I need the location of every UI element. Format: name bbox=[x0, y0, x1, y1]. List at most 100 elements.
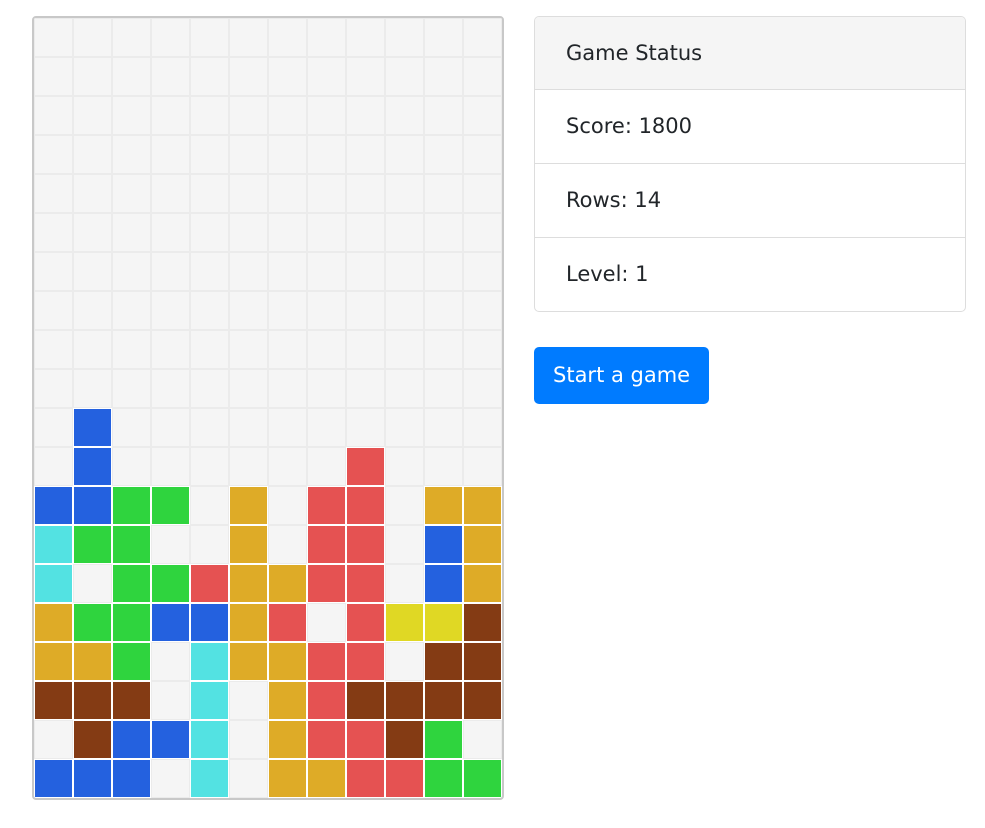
board-cell-filled bbox=[385, 759, 424, 798]
board-cell-filled bbox=[385, 720, 424, 759]
board-cell-empty bbox=[424, 291, 463, 330]
board-cell-empty bbox=[307, 252, 346, 291]
board-cell-filled bbox=[112, 642, 151, 681]
board-cell-empty bbox=[73, 135, 112, 174]
board-cell-empty bbox=[385, 369, 424, 408]
board-cell-empty bbox=[385, 525, 424, 564]
board-cell-empty bbox=[307, 57, 346, 96]
board-cell-empty bbox=[112, 291, 151, 330]
board-cell-empty bbox=[307, 96, 346, 135]
board-cell-empty bbox=[268, 369, 307, 408]
board-cell-empty bbox=[112, 213, 151, 252]
board-cell-empty bbox=[190, 408, 229, 447]
board-cell-empty bbox=[385, 447, 424, 486]
board-cell-empty bbox=[268, 96, 307, 135]
board-cell-filled bbox=[424, 759, 463, 798]
board-cell-empty bbox=[268, 57, 307, 96]
board-cell-filled bbox=[346, 564, 385, 603]
board-cell-empty bbox=[151, 642, 190, 681]
board-cell-empty bbox=[229, 369, 268, 408]
board-cell-empty bbox=[73, 291, 112, 330]
board-cell-empty bbox=[112, 369, 151, 408]
board-cell-empty bbox=[112, 135, 151, 174]
start-game-button[interactable]: Start a game bbox=[534, 347, 710, 404]
board-cell-filled bbox=[34, 603, 73, 642]
board-cell-empty bbox=[190, 330, 229, 369]
board-cell-empty bbox=[190, 369, 229, 408]
board-cell-empty bbox=[463, 369, 502, 408]
board-cell-filled bbox=[190, 564, 229, 603]
board-cell-filled bbox=[424, 525, 463, 564]
board-cell-filled bbox=[307, 681, 346, 720]
board-cell-filled bbox=[346, 525, 385, 564]
board-cell-filled bbox=[424, 642, 463, 681]
board-cell-filled bbox=[151, 720, 190, 759]
board-cell-filled bbox=[268, 603, 307, 642]
board-cell-filled bbox=[385, 681, 424, 720]
board-cell-filled bbox=[34, 681, 73, 720]
board-cell-empty bbox=[424, 135, 463, 174]
board-cell-empty bbox=[34, 291, 73, 330]
board-cell-filled bbox=[385, 603, 424, 642]
board-cell-empty bbox=[151, 525, 190, 564]
board-cell-empty bbox=[385, 330, 424, 369]
board-cell-empty bbox=[73, 213, 112, 252]
board-cell-filled bbox=[190, 681, 229, 720]
board-cell-empty bbox=[151, 447, 190, 486]
board-cell-empty bbox=[346, 18, 385, 57]
board-cell-empty bbox=[229, 291, 268, 330]
board-cell-empty bbox=[385, 174, 424, 213]
board-cell-empty bbox=[112, 330, 151, 369]
board-cell-empty bbox=[73, 18, 112, 57]
board-cell-empty bbox=[385, 135, 424, 174]
board-cell-filled bbox=[268, 759, 307, 798]
board-cell-filled bbox=[34, 564, 73, 603]
board-cell-empty bbox=[463, 447, 502, 486]
level-display: Level: 1 bbox=[566, 262, 649, 286]
board-cell-filled bbox=[463, 759, 502, 798]
board-cell-empty bbox=[34, 408, 73, 447]
board-cell-empty bbox=[229, 174, 268, 213]
board-cell-filled bbox=[112, 759, 151, 798]
board-cell-empty bbox=[151, 135, 190, 174]
board-cell-empty bbox=[229, 720, 268, 759]
board-cell-empty bbox=[268, 252, 307, 291]
board-cell-empty bbox=[268, 18, 307, 57]
board-cell-filled bbox=[307, 642, 346, 681]
board-cell-empty bbox=[268, 408, 307, 447]
board-cell-empty bbox=[463, 330, 502, 369]
board-cell-filled bbox=[268, 642, 307, 681]
board-cell-empty bbox=[385, 96, 424, 135]
board-cell-empty bbox=[346, 291, 385, 330]
board-cell-empty bbox=[112, 252, 151, 291]
board-cell-filled bbox=[151, 486, 190, 525]
board-cell-empty bbox=[151, 369, 190, 408]
board-cell-filled bbox=[307, 564, 346, 603]
board-cell-filled bbox=[346, 447, 385, 486]
board-cell-empty bbox=[307, 291, 346, 330]
game-board bbox=[32, 16, 504, 800]
board-cell-empty bbox=[229, 18, 268, 57]
board-cell-empty bbox=[268, 135, 307, 174]
board-cell-filled bbox=[34, 642, 73, 681]
board-cell-filled bbox=[424, 564, 463, 603]
board-cell-filled bbox=[307, 759, 346, 798]
board-cell-empty bbox=[151, 291, 190, 330]
board-cell-empty bbox=[229, 330, 268, 369]
board-cell-empty bbox=[151, 213, 190, 252]
board-cell-filled bbox=[190, 759, 229, 798]
board-cell-filled bbox=[190, 642, 229, 681]
board-cell-filled bbox=[190, 603, 229, 642]
board-cell-empty bbox=[151, 57, 190, 96]
board-cell-empty bbox=[307, 213, 346, 252]
board-cell-empty bbox=[307, 408, 346, 447]
board-cell-filled bbox=[190, 720, 229, 759]
board-cell-filled bbox=[73, 486, 112, 525]
board-cell-filled bbox=[229, 603, 268, 642]
board-cell-filled bbox=[463, 525, 502, 564]
board-cell-empty bbox=[229, 759, 268, 798]
rows-display: Rows: 14 bbox=[535, 164, 965, 238]
board-cell-empty bbox=[307, 135, 346, 174]
board-cell-filled bbox=[73, 525, 112, 564]
board-cell-empty bbox=[268, 486, 307, 525]
